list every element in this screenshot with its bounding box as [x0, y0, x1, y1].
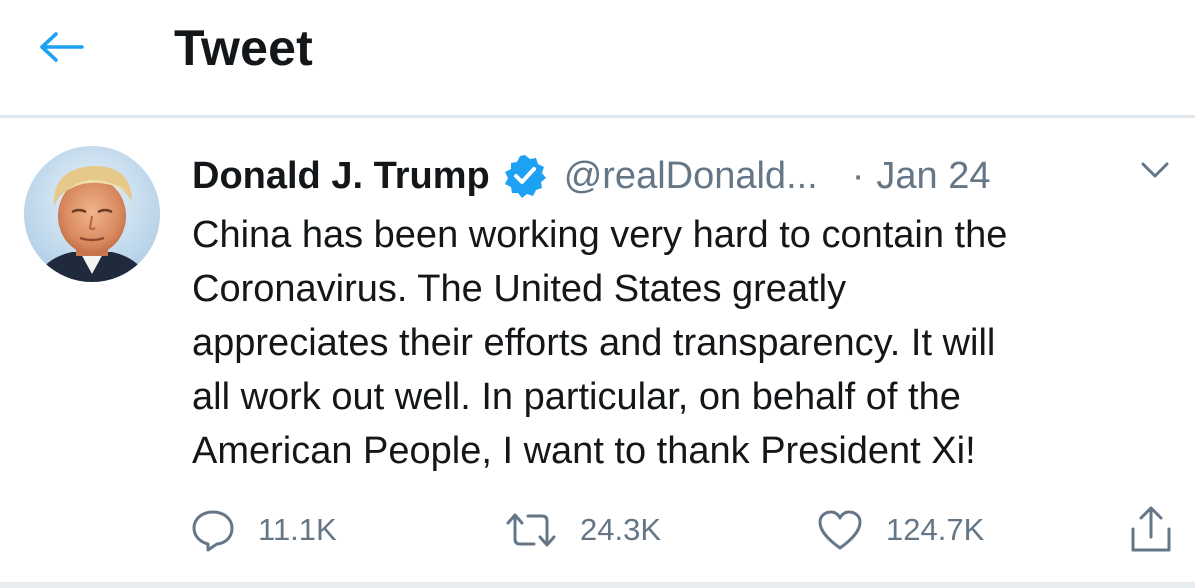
- page-title: Tweet: [174, 20, 313, 76]
- arrow-left-icon: [40, 32, 84, 62]
- profile-photo: [24, 146, 160, 282]
- tweet-text-line: China has been working very hard to cont…: [192, 214, 1008, 256]
- retweet-count: 24.3K: [580, 512, 662, 547]
- chevron-down-icon: [1141, 162, 1169, 178]
- tweet-text-line: all work out well. In particular, on beh…: [192, 376, 961, 418]
- author-name[interactable]: Donald J. Trump: [192, 155, 490, 198]
- top-bar: Tweet: [0, 0, 1195, 118]
- tweet-text-line: appreciates their efforts and transparen…: [192, 322, 996, 364]
- tweet-detail-screen: Tweet Donald J. Trump @realDonald... · J…: [0, 0, 1195, 588]
- tweet-date[interactable]: Jan 24: [876, 155, 990, 198]
- like-count: 124.7K: [886, 512, 985, 547]
- reply-count: 11.1K: [258, 512, 337, 547]
- tweet-text: China has been working very hard to cont…: [192, 208, 1152, 478]
- reply-icon: [192, 510, 234, 552]
- divider: [0, 582, 1195, 588]
- back-button[interactable]: [30, 20, 92, 74]
- heart-icon: [818, 510, 862, 550]
- like-button[interactable]: 124.7K: [816, 502, 984, 558]
- avatar[interactable]: [24, 146, 160, 282]
- share-icon: [1131, 506, 1171, 552]
- author-handle[interactable]: @realDonald...: [564, 155, 818, 198]
- tweet-text-line: American People, I want to thank Preside…: [192, 430, 976, 472]
- tweet-author-row: Donald J. Trump @realDonald... · Jan 24: [192, 148, 991, 204]
- tweet-text-line: Coronavirus. The United States greatly: [192, 268, 847, 310]
- share-button[interactable]: [1126, 504, 1176, 556]
- retweet-button[interactable]: 24.3K: [504, 502, 661, 558]
- verified-badge-icon: [502, 153, 548, 199]
- more-options-button[interactable]: [1134, 152, 1176, 188]
- retweet-icon: [506, 513, 556, 547]
- reply-button[interactable]: 11.1K: [190, 502, 337, 558]
- meta-separator: ·: [851, 154, 865, 197]
